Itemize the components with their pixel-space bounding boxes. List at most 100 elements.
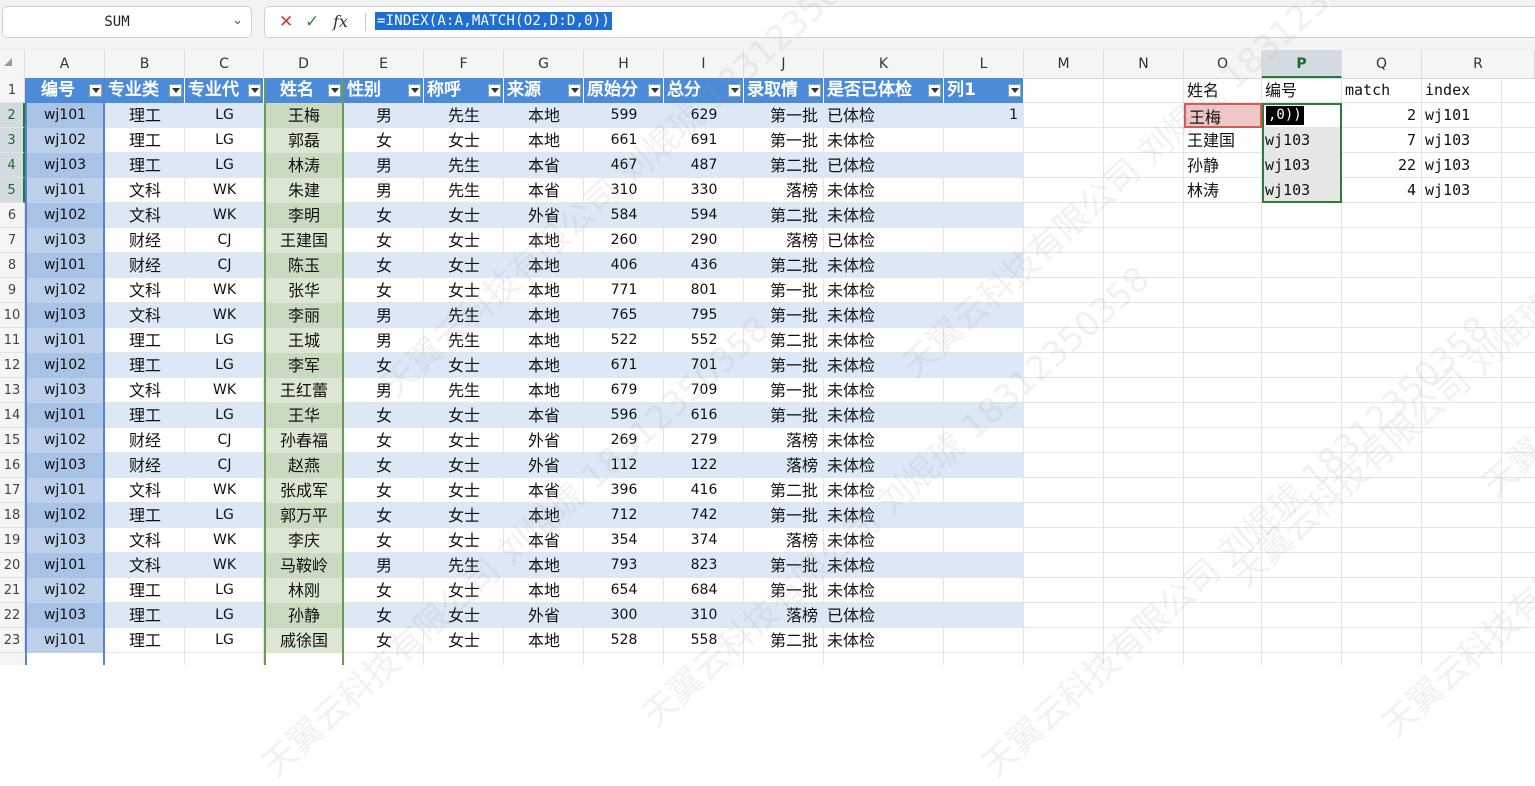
cell-e19[interactable]: 女	[344, 528, 424, 553]
cell-l23[interactable]	[944, 628, 1024, 653]
cell-c22[interactable]: LG	[185, 603, 264, 628]
column-header-d[interactable]: D	[264, 50, 344, 78]
cell-d12[interactable]: 李军	[264, 353, 344, 378]
cancel-icon[interactable]: ✕	[279, 12, 293, 32]
table-header-k[interactable]: 是否已体检	[824, 78, 944, 103]
column-header-n[interactable]: N	[1104, 50, 1184, 78]
cell-b8[interactable]: 财经	[105, 253, 185, 278]
cell-g4[interactable]: 本省	[504, 153, 584, 178]
cell-i3[interactable]: 691	[664, 128, 744, 153]
cell-h13[interactable]: 679	[584, 378, 664, 403]
cell-c12[interactable]: LG	[185, 353, 264, 378]
cell-e9[interactable]: 女	[344, 278, 424, 303]
cell-e16[interactable]: 女	[344, 453, 424, 478]
cell-k12[interactable]: 未体检	[824, 353, 944, 378]
cell-r2[interactable]: wj101	[1422, 103, 1502, 128]
filter-dropdown-icon[interactable]	[328, 84, 341, 97]
cell-h8[interactable]: 406	[584, 253, 664, 278]
cell-h14[interactable]: 596	[584, 403, 664, 428]
row-header-9[interactable]: 9	[0, 278, 25, 303]
cell-j16[interactable]: 落榜	[744, 453, 824, 478]
cell-o2[interactable]: 王梅	[1184, 103, 1262, 128]
cell-p5[interactable]: wj103	[1262, 178, 1342, 203]
cell-f17[interactable]: 女士	[424, 478, 504, 503]
cell-l12[interactable]	[944, 353, 1024, 378]
row-header-4[interactable]: 4	[0, 153, 25, 178]
cell-a3[interactable]: wj102	[25, 128, 105, 153]
cell-l21[interactable]	[944, 578, 1024, 603]
cell-l14[interactable]	[944, 403, 1024, 428]
cell-j6[interactable]: 第二批	[744, 203, 824, 228]
cell-i12[interactable]: 701	[664, 353, 744, 378]
cell-d9[interactable]: 张华	[264, 278, 344, 303]
table-header-l[interactable]: 列1	[944, 78, 1024, 103]
cell-f13[interactable]: 先生	[424, 378, 504, 403]
cell-d11[interactable]: 王城	[264, 328, 344, 353]
cell-d21[interactable]: 林刚	[264, 578, 344, 603]
cell-b14[interactable]: 理工	[105, 403, 185, 428]
filter-dropdown-icon[interactable]	[728, 84, 741, 97]
cell-g23[interactable]: 本地	[504, 628, 584, 653]
cell-i16[interactable]: 122	[664, 453, 744, 478]
lookup-header-o[interactable]: 姓名	[1184, 78, 1262, 103]
cell-l16[interactable]	[944, 453, 1024, 478]
cell-f12[interactable]: 女士	[424, 353, 504, 378]
cell-c18[interactable]: LG	[185, 503, 264, 528]
cell-c2[interactable]: LG	[185, 103, 264, 128]
cell-l9[interactable]	[944, 278, 1024, 303]
cell-h16[interactable]: 112	[584, 453, 664, 478]
cell-g21[interactable]: 本地	[504, 578, 584, 603]
cell-c20[interactable]: WK	[185, 553, 264, 578]
cell-h15[interactable]: 269	[584, 428, 664, 453]
row-header-20[interactable]: 20	[0, 553, 25, 578]
cell-f11[interactable]: 先生	[424, 328, 504, 353]
cell-i15[interactable]: 279	[664, 428, 744, 453]
cell-j7[interactable]: 落榜	[744, 228, 824, 253]
cell-g10[interactable]: 本地	[504, 303, 584, 328]
row-header-17[interactable]: 17	[0, 478, 25, 503]
cell-d13[interactable]: 王红蕾	[264, 378, 344, 403]
cell-k3[interactable]: 未体检	[824, 128, 944, 153]
cell-c16[interactable]: CJ	[185, 453, 264, 478]
cell-e23[interactable]: 女	[344, 628, 424, 653]
row-header-7[interactable]: 7	[0, 228, 25, 253]
cell-k21[interactable]: 未体检	[824, 578, 944, 603]
cell-k23[interactable]: 未体检	[824, 628, 944, 653]
cell-a23[interactable]: wj101	[25, 628, 105, 653]
cell-a18[interactable]: wj102	[25, 503, 105, 528]
cell-e18[interactable]: 女	[344, 503, 424, 528]
cell-a4[interactable]: wj103	[25, 153, 105, 178]
column-header-i[interactable]: I	[664, 50, 744, 78]
row-header-2[interactable]: 2	[0, 103, 25, 128]
cell-h20[interactable]: 793	[584, 553, 664, 578]
table-header-d[interactable]: 姓名	[264, 78, 344, 103]
cell-r3[interactable]: wj103	[1422, 128, 1502, 153]
cell-c4[interactable]: LG	[185, 153, 264, 178]
cell-j4[interactable]: 第二批	[744, 153, 824, 178]
cell-a10[interactable]: wj103	[25, 303, 105, 328]
cell-g8[interactable]: 本地	[504, 253, 584, 278]
cell-p2-editing[interactable]: ,0))	[1262, 103, 1342, 128]
cell-f16[interactable]: 女士	[424, 453, 504, 478]
cell-j15[interactable]: 落榜	[744, 428, 824, 453]
row-header-12[interactable]: 12	[0, 353, 25, 378]
cell-i23[interactable]: 558	[664, 628, 744, 653]
cell-k11[interactable]: 未体检	[824, 328, 944, 353]
cell-i22[interactable]: 310	[664, 603, 744, 628]
cell-c21[interactable]: LG	[185, 578, 264, 603]
cell-f4[interactable]: 先生	[424, 153, 504, 178]
cell-j19[interactable]: 落榜	[744, 528, 824, 553]
cell-b4[interactable]: 理工	[105, 153, 185, 178]
cell-f6[interactable]: 女士	[424, 203, 504, 228]
cell-d8[interactable]: 陈玉	[264, 253, 344, 278]
cell-k8[interactable]: 未体检	[824, 253, 944, 278]
cell-g11[interactable]: 本地	[504, 328, 584, 353]
cell-q4[interactable]: 22	[1342, 153, 1422, 178]
cell-a14[interactable]: wj101	[25, 403, 105, 428]
table-header-c[interactable]: 专业代	[185, 78, 264, 103]
cell-j12[interactable]: 第一批	[744, 353, 824, 378]
cell-j10[interactable]: 第一批	[744, 303, 824, 328]
cell-d16[interactable]: 赵燕	[264, 453, 344, 478]
cell-b13[interactable]: 文科	[105, 378, 185, 403]
cell-h4[interactable]: 467	[584, 153, 664, 178]
